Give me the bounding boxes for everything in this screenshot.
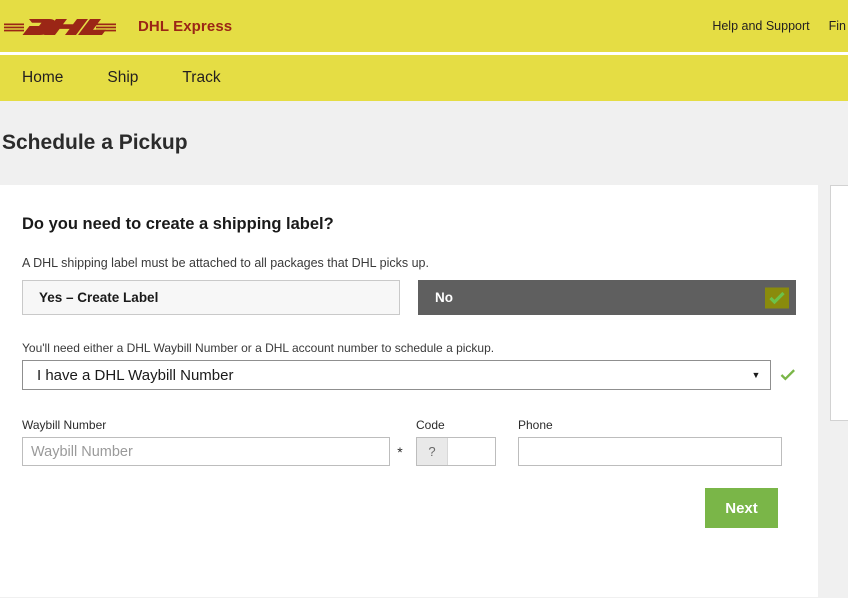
- option-yes-create-label[interactable]: Yes – Create Label: [22, 280, 400, 315]
- phone-label: Phone: [518, 418, 782, 432]
- next-button[interactable]: Next: [705, 488, 778, 528]
- waybill-number-input[interactable]: [22, 437, 390, 466]
- select-row: I have a DHL Waybill Number ▼: [22, 360, 796, 390]
- waybill-number-group: Waybill Number: [22, 418, 390, 466]
- main-navigation: Home Ship Track: [0, 55, 848, 101]
- option-no-label: No: [435, 290, 453, 305]
- dhl-logo-link[interactable]: DHL Express: [0, 13, 232, 39]
- waybill-or-account-select[interactable]: I have a DHL Waybill Number ▼: [22, 360, 771, 390]
- phone-input[interactable]: [518, 437, 782, 466]
- label-choice-group: Yes – Create Label No: [22, 280, 796, 315]
- selected-check-icon: [765, 287, 789, 308]
- dhl-logo-icon: [4, 13, 116, 39]
- nav-item-home[interactable]: Home: [0, 55, 85, 101]
- waybill-number-label: Waybill Number: [22, 418, 390, 432]
- chevron-down-icon: ▼: [751, 370, 760, 380]
- code-group: Code ?: [416, 418, 496, 466]
- page-title: Schedule a Pickup: [0, 131, 188, 155]
- content-row: Do you need to create a shipping label? …: [0, 185, 848, 597]
- waybill-required-marker: *: [390, 444, 410, 466]
- header-links: Help and Support Fin: [712, 0, 848, 52]
- code-input-wrap: ?: [416, 437, 496, 466]
- fields-row: Waybill Number * Code ? Phone: [22, 418, 796, 466]
- option-no[interactable]: No: [418, 280, 796, 315]
- select-help-text: You'll need either a DHL Waybill Number …: [22, 341, 796, 355]
- select-value: I have a DHL Waybill Number: [37, 367, 233, 384]
- code-label: Code: [416, 418, 496, 432]
- nav-item-ship[interactable]: Ship: [85, 55, 160, 101]
- form-subtext: A DHL shipping label must be attached to…: [22, 256, 796, 270]
- site-header: DHL Express Help and Support Fin: [0, 0, 848, 52]
- action-row: Next: [22, 488, 796, 528]
- option-yes-label: Yes – Create Label: [39, 290, 158, 305]
- code-input[interactable]: [448, 438, 495, 465]
- phone-group: Phone: [518, 418, 782, 466]
- help-question-icon[interactable]: ?: [417, 438, 448, 465]
- brand-name: DHL Express: [138, 18, 232, 35]
- header-link-help-and-support[interactable]: Help and Support: [712, 19, 809, 33]
- side-panel: [830, 185, 848, 421]
- header-link-find[interactable]: Fin: [829, 19, 846, 33]
- page-title-area: Schedule a Pickup: [0, 101, 848, 185]
- form-heading: Do you need to create a shipping label?: [22, 215, 796, 234]
- pickup-form-card: Do you need to create a shipping label? …: [0, 185, 818, 597]
- valid-check-icon: [780, 368, 796, 382]
- nav-item-track[interactable]: Track: [160, 55, 242, 101]
